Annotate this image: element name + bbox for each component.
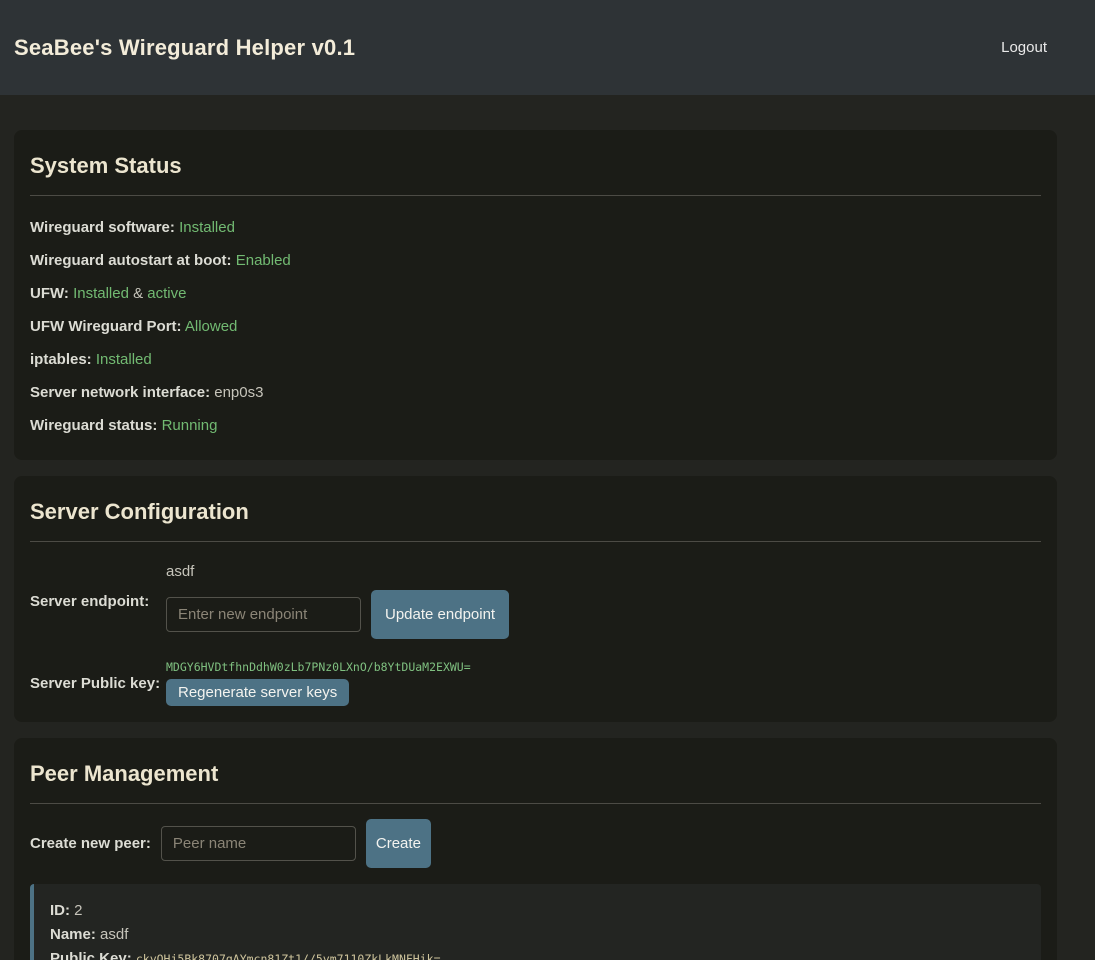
status-label: Server network interface:	[30, 384, 210, 401]
app-title: SeaBee's Wireguard Helper v0.1	[14, 35, 355, 61]
status-value: Installed	[73, 285, 129, 302]
status-separator: &	[133, 285, 143, 302]
status-value: Installed	[179, 219, 235, 236]
status-item-iptables: iptables: Installed	[30, 351, 1041, 369]
server-endpoint-row: Server endpoint: asdf Update endpoint	[30, 563, 1041, 639]
status-value: enp0s3	[214, 384, 263, 401]
peer-name-label: Name:	[50, 926, 96, 943]
peer-management-title: Peer Management	[30, 760, 1041, 788]
status-item-autostart: Wireguard autostart at boot: Enabled	[30, 252, 1041, 270]
status-item-wireguard-software: Wireguard software: Installed	[30, 219, 1041, 237]
create-peer-label: Create new peer:	[30, 835, 151, 852]
status-value: Allowed	[185, 318, 238, 335]
main-content: System Status Wireguard software: Instal…	[14, 130, 1057, 960]
logout-link[interactable]: Logout	[1001, 39, 1047, 56]
status-value: Installed	[96, 351, 152, 368]
status-value: Enabled	[236, 252, 291, 269]
server-config-card: Server Configuration Server endpoint: as…	[14, 476, 1057, 722]
server-endpoint-current-value: asdf	[166, 563, 509, 580]
peer-card: ID: 2 Name: asdf Public Key: ckyOHj5Bk87…	[30, 884, 1041, 960]
status-label: Wireguard status:	[30, 417, 157, 434]
peer-public-key-label: Public Key:	[50, 950, 132, 960]
status-label: iptables:	[30, 351, 92, 368]
server-public-key-row: Server Public key: MDGY6HVDtfhnDdhW0zLb7…	[30, 660, 1041, 706]
peer-id-value: 2	[74, 902, 82, 919]
create-peer-row: Create new peer: Create	[30, 819, 1041, 868]
peer-name-line: Name: asdf	[50, 926, 1025, 944]
server-endpoint-label: Server endpoint:	[30, 593, 166, 610]
server-public-key-value: MDGY6HVDtfhnDdhW0zLb7PNz0LXnO/b8YtDUaM2E…	[166, 660, 471, 674]
status-value-2: active	[147, 285, 186, 302]
peer-public-key-line: Public Key: ckyOHj5Bk8707gAYmcn81Zt1//5y…	[50, 950, 1025, 960]
endpoint-input[interactable]	[166, 597, 361, 632]
status-label: UFW:	[30, 285, 69, 302]
status-label: Wireguard software:	[30, 219, 175, 236]
peer-name-value: asdf	[100, 926, 128, 943]
create-peer-button[interactable]: Create	[366, 819, 431, 868]
system-status-title: System Status	[30, 152, 1041, 180]
peer-public-key-value: ckyOHj5Bk8707gAYmcn81Zt1//5ym7110ZkLkMNF…	[136, 952, 441, 960]
regenerate-keys-button[interactable]: Regenerate server keys	[166, 679, 349, 706]
section-divider	[30, 803, 1041, 804]
server-public-key-label: Server Public key:	[30, 675, 166, 692]
status-value: Running	[162, 417, 218, 434]
section-divider	[30, 541, 1041, 542]
peer-name-input[interactable]	[161, 826, 356, 861]
status-label: Wireguard autostart at boot:	[30, 252, 232, 269]
app-header: SeaBee's Wireguard Helper v0.1 Logout	[0, 0, 1095, 95]
system-status-card: System Status Wireguard software: Instal…	[14, 130, 1057, 460]
status-label: UFW Wireguard Port:	[30, 318, 182, 335]
status-item-network-interface: Server network interface: enp0s3	[30, 384, 1041, 402]
section-divider	[30, 195, 1041, 196]
peer-management-card: Peer Management Create new peer: Create …	[14, 738, 1057, 960]
peer-id-line: ID: 2	[50, 902, 1025, 920]
status-item-wireguard-status: Wireguard status: Running	[30, 417, 1041, 435]
status-item-ufw-port: UFW Wireguard Port: Allowed	[30, 318, 1041, 336]
status-item-ufw: UFW: Installed & active	[30, 285, 1041, 303]
update-endpoint-button[interactable]: Update endpoint	[371, 590, 509, 639]
peer-id-label: ID:	[50, 902, 70, 919]
server-config-title: Server Configuration	[30, 498, 1041, 526]
